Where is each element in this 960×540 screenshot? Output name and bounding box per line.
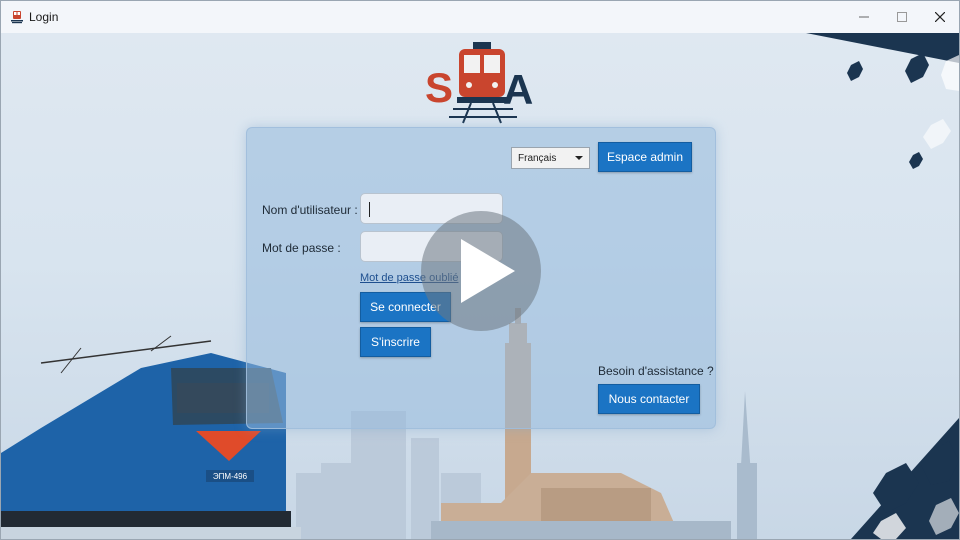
logo-letter-a: A [503,66,533,113]
logo-letter-s: S [425,64,453,111]
video-play-button[interactable] [421,211,541,331]
admin-space-button[interactable]: Espace admin [598,142,692,172]
text-caret [369,202,370,217]
play-icon [461,239,515,303]
password-label: Mot de passe : [262,241,341,255]
window-title: Login [29,10,59,24]
minimize-icon [859,16,869,18]
signup-button[interactable]: S'inscrire [360,327,431,357]
train-plate: ЭПМ-496 [213,472,248,481]
train-icon [11,11,23,24]
language-select[interactable]: Français [511,147,590,169]
close-button[interactable] [921,1,959,33]
hexagon-decoration-bottom [851,418,959,539]
close-icon [935,12,945,22]
maximize-icon [897,12,907,22]
language-select-value: Français [518,152,557,164]
skyscraper [737,391,757,539]
maximize-button[interactable] [883,1,921,33]
title-bar: Login [1,1,959,33]
username-label: Nom d'utilisateur : [262,203,358,217]
login-window: Login ЭПМ-496 S A Français Espace admin … [0,0,960,540]
hexagon-decoration-top [806,33,959,169]
chevron-down-icon [575,156,583,160]
minimize-button[interactable] [845,1,883,33]
contact-button[interactable]: Nous contacter [598,384,700,414]
sa-logo: S A [425,42,533,124]
help-text: Besoin d'assistance ? [598,364,714,378]
